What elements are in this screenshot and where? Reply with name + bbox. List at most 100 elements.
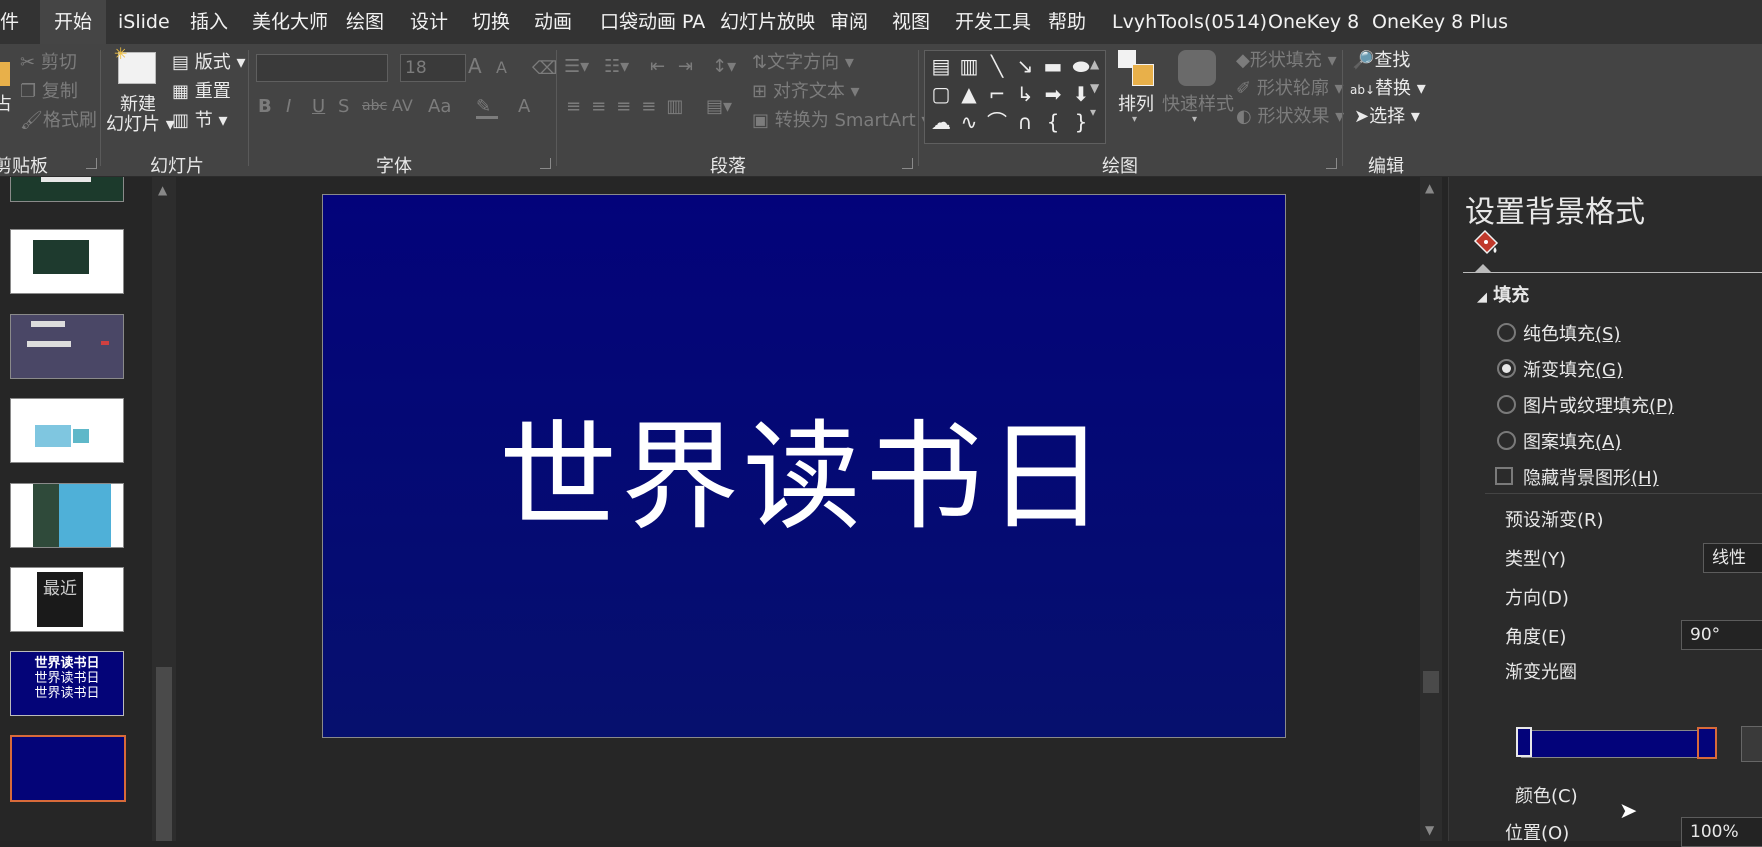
pattern-fill-radio[interactable] bbox=[1497, 431, 1516, 450]
scroll-up-icon[interactable]: ▲ bbox=[1425, 181, 1434, 195]
gradient-fill-radio[interactable] bbox=[1497, 359, 1516, 378]
hide-bg-graphics-label[interactable]: 隐藏背景图形(H) bbox=[1523, 464, 1659, 490]
font-color-button[interactable]: A bbox=[518, 96, 530, 117]
layout-button[interactable]: ▤ 版式 ▾ bbox=[172, 48, 246, 74]
gradient-stop-handle-selected[interactable] bbox=[1697, 727, 1717, 759]
copy-button[interactable]: ❐ 复制 bbox=[20, 77, 78, 103]
change-case-button[interactable]: Aa bbox=[428, 96, 451, 117]
align-buttons-icon[interactable]: ≡≡≡≡▥ bbox=[566, 96, 693, 117]
shape-fill-button[interactable]: ◆形状填充 ▾ bbox=[1236, 46, 1337, 72]
numbering-icon[interactable]: ☷▾ bbox=[604, 56, 629, 77]
font-name-field[interactable] bbox=[256, 54, 388, 82]
slide-title-text[interactable]: 世界读书日 bbox=[323, 195, 1285, 737]
quick-styles-dropdown-icon[interactable]: ▾ bbox=[1192, 114, 1197, 125]
rectangle-shape-icon[interactable]: ▬ bbox=[1039, 53, 1067, 79]
select-button[interactable]: ➤选择 ▾ bbox=[1354, 102, 1420, 128]
quick-styles-button[interactable]: 快速样式 bbox=[1162, 90, 1234, 116]
paste-button[interactable]: 占 bbox=[0, 90, 12, 116]
gallery-scroll-buttons[interactable]: ▲ ▼ ▾ bbox=[1090, 52, 1099, 124]
solid-fill-label[interactable]: 纯色填充(S) bbox=[1523, 320, 1620, 346]
tab-design[interactable]: 设计 bbox=[410, 0, 448, 44]
picture-fill-radio[interactable] bbox=[1497, 395, 1516, 414]
tab-onekey8[interactable]: OneKey 8 bbox=[1268, 0, 1359, 44]
gradient-fill-label[interactable]: 渐变填充(G) bbox=[1523, 356, 1623, 382]
canvas-scrollbar[interactable]: ▲ ▼ bbox=[1420, 177, 1442, 841]
slide-thumbnail[interactable]: 最近 bbox=[10, 567, 124, 632]
tab-beautify[interactable]: 美化大师 bbox=[252, 0, 328, 44]
slide-canvas[interactable]: 世界读书日 bbox=[322, 194, 1286, 738]
tab-lvyhtools[interactable]: LvyhTools(0514) bbox=[1112, 0, 1267, 44]
replace-button[interactable]: ab↓替换 ▾ bbox=[1350, 74, 1426, 100]
bold-button[interactable]: B bbox=[258, 96, 272, 117]
section-button[interactable]: ▥ 节 ▾ bbox=[172, 106, 228, 132]
tab-slideshow[interactable]: 幻灯片放映 bbox=[720, 0, 815, 44]
tab-animations[interactable]: 动画 bbox=[534, 0, 572, 44]
arrange-dropdown-icon[interactable]: ▾ bbox=[1132, 114, 1137, 125]
elbow-connector-shape-icon[interactable]: ⌐ bbox=[983, 81, 1011, 107]
tab-view[interactable]: 视图 bbox=[892, 0, 930, 44]
triangle-shape-icon[interactable]: ▲ bbox=[955, 81, 983, 107]
shape-outline-button[interactable]: ✐ 形状轮廓 ▾ bbox=[1236, 74, 1344, 100]
shape-effects-button[interactable]: ◐ 形状效果 ▾ bbox=[1236, 102, 1344, 128]
smartart-button[interactable]: ▣ 转换为 SmartArt ▾ bbox=[752, 106, 930, 132]
vertical-textbox-shape-icon[interactable]: ▥ bbox=[955, 53, 983, 79]
hide-bg-graphics-checkbox[interactable] bbox=[1495, 467, 1513, 485]
paragraph-launcher[interactable] bbox=[902, 158, 913, 169]
scroll-up-icon[interactable]: ▲ bbox=[158, 183, 167, 197]
reset-button[interactable]: ▦ 重置 bbox=[172, 77, 231, 103]
line-shape-icon[interactable]: ╲ bbox=[983, 53, 1011, 79]
right-arrow-shape-icon[interactable]: ➡ bbox=[1039, 81, 1067, 107]
left-brace-shape-icon[interactable]: { bbox=[1039, 109, 1067, 135]
slide-thumbnail[interactable] bbox=[10, 177, 124, 202]
italic-button[interactable]: I bbox=[286, 96, 291, 117]
increase-indent-icon[interactable]: ⇥ bbox=[678, 56, 693, 77]
slide-thumbnail[interactable] bbox=[10, 398, 124, 463]
position-input[interactable]: 100% bbox=[1681, 817, 1762, 847]
tab-file[interactable]: 件 bbox=[0, 0, 19, 44]
shapes-gallery[interactable]: ▤ ▥ ╲ ↘ ▬ ⬬ ▢ ▲ ⌐ ↳ ➡ ⬇ ☁ ∿ ⌒ ∩ { } bbox=[924, 50, 1106, 144]
new-slide-dropdown[interactable]: 幻灯片 ▾ bbox=[106, 110, 175, 136]
grow-font-button[interactable]: A bbox=[468, 54, 482, 78]
angle-input[interactable]: 90° bbox=[1681, 620, 1762, 650]
font-launcher[interactable] bbox=[540, 158, 551, 169]
elbow-arrow-shape-icon[interactable]: ↳ bbox=[1011, 81, 1039, 107]
solid-fill-radio[interactable] bbox=[1497, 323, 1516, 342]
char-spacing-button[interactable]: AV bbox=[392, 96, 413, 115]
picture-fill-label[interactable]: 图片或纹理填充(P) bbox=[1523, 392, 1674, 418]
bullets-icon[interactable]: ☰▾ bbox=[564, 56, 589, 77]
scroll-down-icon[interactable]: ▼ bbox=[1425, 823, 1434, 837]
decrease-indent-icon[interactable]: ⇤ bbox=[650, 56, 665, 77]
cut-button[interactable]: ✂ 剪切 bbox=[20, 48, 77, 74]
gradient-type-select[interactable]: 线性 bbox=[1703, 543, 1762, 573]
find-button[interactable]: 🔎查找 bbox=[1352, 46, 1410, 72]
slide-thumbnail[interactable] bbox=[10, 483, 124, 548]
arc-shape-icon[interactable]: ⌒ bbox=[983, 109, 1011, 135]
columns-icon[interactable]: ▤▾ bbox=[706, 96, 732, 117]
tab-developer[interactable]: 开发工具 bbox=[955, 0, 1031, 44]
arrange-button[interactable]: 排列 bbox=[1118, 90, 1154, 116]
clipboard-launcher[interactable] bbox=[86, 158, 97, 169]
highlight-icon[interactable]: ✎ bbox=[476, 96, 498, 119]
tab-pocket-animation[interactable]: 口袋动画 PA bbox=[600, 0, 705, 44]
gradient-stop-handle[interactable] bbox=[1516, 727, 1532, 757]
tab-onekey8plus[interactable]: OneKey 8 Plus bbox=[1372, 0, 1508, 44]
format-painter-button[interactable]: 🖌格式刷 bbox=[20, 106, 97, 132]
underline-button[interactable]: U bbox=[312, 96, 325, 117]
thumbnail-scrollbar[interactable]: ▲ bbox=[152, 177, 176, 841]
freeform-shape-icon[interactable]: ☁ bbox=[927, 109, 955, 135]
tab-review[interactable]: 审阅 bbox=[830, 0, 868, 44]
tab-islide[interactable]: iSlide bbox=[118, 0, 170, 44]
text-direction-button[interactable]: ⇅文字方向 ▾ bbox=[752, 48, 854, 74]
align-text-button[interactable]: ⊞ 对齐文本 ▾ bbox=[752, 77, 860, 103]
scroll-thumb[interactable] bbox=[156, 667, 172, 841]
arrow-line-shape-icon[interactable]: ↘ bbox=[1011, 53, 1039, 79]
slide-thumbnail[interactable] bbox=[10, 229, 124, 294]
rounded-rect-shape-icon[interactable]: ▢ bbox=[927, 81, 955, 107]
fill-bucket-icon[interactable] bbox=[1471, 229, 1499, 255]
strikethrough-button[interactable]: abc bbox=[362, 98, 387, 114]
pattern-fill-label[interactable]: 图案填充(A) bbox=[1523, 428, 1621, 454]
add-gradient-stop-button[interactable] bbox=[1741, 726, 1762, 762]
tab-home[interactable]: 开始 bbox=[40, 0, 107, 44]
shrink-font-button[interactable]: A bbox=[496, 58, 507, 77]
tab-insert[interactable]: 插入 bbox=[190, 0, 228, 44]
